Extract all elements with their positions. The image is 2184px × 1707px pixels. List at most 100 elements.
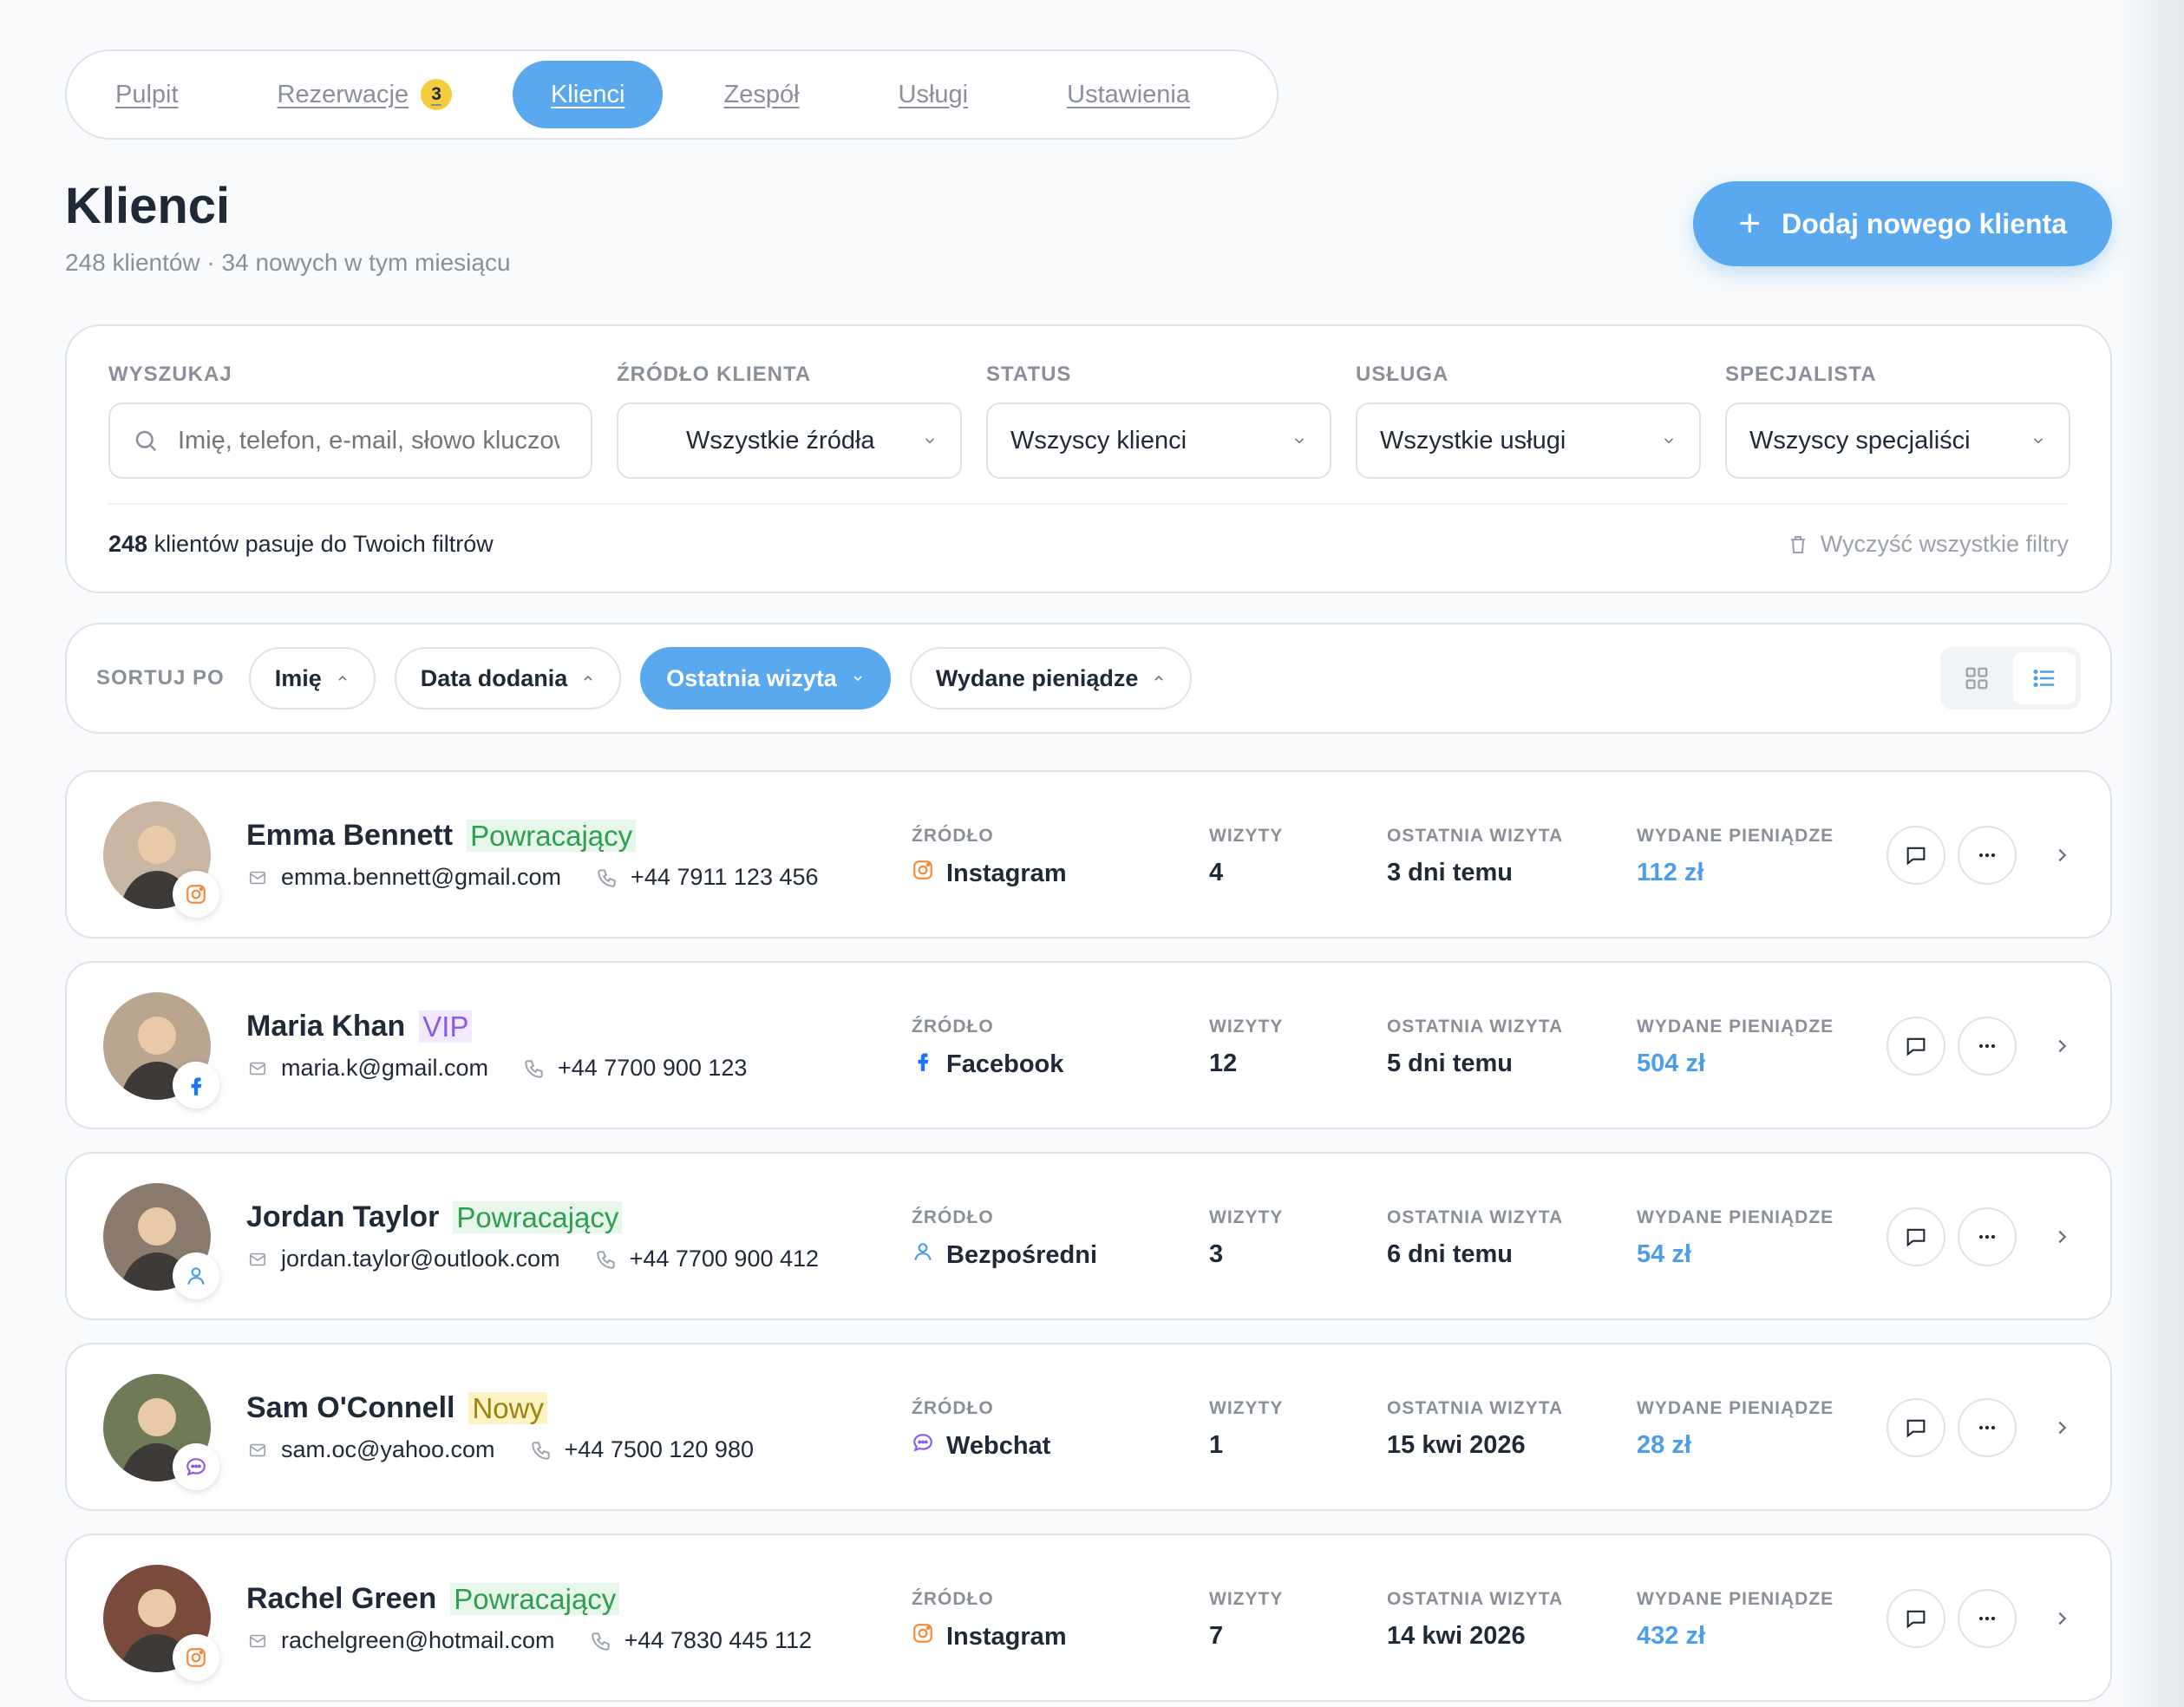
message-icon	[1906, 1419, 1926, 1438]
client-money-spent: 504 zł	[1637, 1050, 1705, 1077]
nav-tab-label: Klienci	[551, 80, 625, 108]
source-column-label: ŹRÓDŁO	[912, 1207, 994, 1227]
message-button[interactable]	[1886, 1207, 1945, 1266]
open-client-button[interactable]	[2051, 845, 2072, 866]
message-button[interactable]	[1886, 1017, 1945, 1076]
spent-column-label: WYDANE PIENIĄDZE	[1637, 1398, 1834, 1418]
client-last-visit: 3 dni temu	[1387, 859, 1514, 886]
sort-bar: SORTUJ PO Imię Data dodania Ostatnia wiz…	[65, 623, 2112, 734]
search-label: WYSZUKAJ	[108, 363, 232, 386]
sort-option-label: Imię	[274, 664, 322, 691]
chevron-down-icon	[2033, 438, 2043, 444]
last-visit-column-label: OSTATNIA WIZYTA	[1387, 1589, 1564, 1609]
source-badge	[173, 871, 219, 918]
client-card[interactable]: Jordan Taylor Powracający jordan.taylor@…	[65, 1152, 2112, 1320]
visits-column-label: WIZYTY	[1209, 1398, 1284, 1418]
client-card[interactable]: Sam O'Connell Nowy sam.oc@yahoo.com +44 …	[65, 1343, 2112, 1511]
mail-icon	[249, 871, 266, 884]
top-nav: Pulpit Rezerwacje 3 Klienci Zespół Usługi…	[65, 49, 1278, 140]
source-badge	[173, 1634, 219, 1681]
sort-option-label: Data dodania	[420, 664, 568, 691]
mail-icon	[249, 1062, 266, 1075]
open-client-button[interactable]	[2051, 1608, 2072, 1629]
nav-tab-zespol[interactable]: Zespół	[685, 61, 837, 128]
service-select-value: Wszystkie usługi	[1380, 426, 1566, 455]
nav-tab-rezerwacje[interactable]: Rezerwacje 3	[239, 61, 491, 128]
client-money-spent: 54 zł	[1637, 1240, 1691, 1268]
sort-by-date-added[interactable]: Data dodania	[394, 647, 622, 710]
clear-filters-label: Wyczyść wszystkie filtry	[1820, 531, 2069, 557]
status-filter-label: STATUS	[986, 363, 1072, 386]
grid-view-button[interactable]	[1945, 652, 2008, 704]
client-card[interactable]: Emma Bennett Powracający emma.bennett@gm…	[65, 770, 2112, 939]
open-client-button[interactable]	[2051, 1417, 2072, 1438]
nav-tab-klienci[interactable]: Klienci	[513, 61, 664, 128]
client-last-visit: 6 dni temu	[1387, 1240, 1514, 1268]
source-badge	[173, 1443, 219, 1490]
nav-tab-uslugi[interactable]: Usługi	[860, 61, 1007, 128]
list-view-button[interactable]	[2013, 652, 2076, 704]
source-column-label: ŹRÓDŁO	[912, 826, 994, 846]
source-select[interactable]: Wszystkie źródła	[617, 402, 962, 479]
service-select[interactable]: Wszystkie usługi	[1356, 402, 1701, 479]
client-last-visit: 14 kwi 2026	[1387, 1622, 1526, 1650]
client-phone: +44 7830 445 112	[624, 1627, 813, 1653]
notification-badge: 3	[421, 79, 453, 110]
client-phone: +44 7911 123 456	[631, 864, 819, 890]
sort-by-last-visit[interactable]: Ostatnia wizyta	[640, 647, 891, 710]
more-options-button[interactable]	[1958, 826, 2017, 885]
more-options-button[interactable]	[1958, 1207, 2017, 1266]
more-options-button[interactable]	[1958, 1398, 2017, 1457]
client-status-tag: Powracający	[467, 819, 637, 853]
client-email: jordan.taylor@outlook.com	[281, 1246, 560, 1272]
avatar-wrap	[103, 1183, 219, 1299]
client-visits: 4	[1209, 859, 1224, 886]
spent-column-label: WYDANE PIENIĄDZE	[1637, 1589, 1834, 1609]
page-header: Klienci 248 klientów · 34 nowych w tym m…	[65, 181, 2112, 290]
specialist-filter-label: SPECJALISTA	[1725, 363, 1877, 386]
client-phone: +44 7500 120 980	[564, 1436, 754, 1462]
avatar-wrap	[103, 801, 219, 918]
message-button[interactable]	[1886, 1398, 1945, 1457]
spent-column-label: WYDANE PIENIĄDZE	[1637, 1017, 1834, 1037]
last-visit-column-label: OSTATNIA WIZYTA	[1387, 826, 1564, 846]
more-options-button[interactable]	[1958, 1017, 2017, 1076]
view-toggle	[1940, 647, 2081, 710]
client-card[interactable]: Maria Khan VIP maria.k@gmail.com +44 770…	[65, 961, 2112, 1129]
more-options-button[interactable]	[1958, 1589, 2017, 1648]
message-button[interactable]	[1886, 1589, 1945, 1648]
open-client-button[interactable]	[2051, 1226, 2072, 1247]
nav-tab-ustawienia[interactable]: Ustawienia	[1029, 61, 1228, 128]
last-visit-column-label: OSTATNIA WIZYTA	[1387, 1017, 1564, 1037]
specialist-select[interactable]: Wszyscy specjaliści	[1725, 402, 2070, 479]
client-phone: +44 7700 900 412	[629, 1246, 820, 1272]
chevron-down-icon	[925, 438, 935, 444]
search-input[interactable]	[178, 426, 559, 455]
more-horizontal-icon	[1978, 1043, 1996, 1049]
sort-by-name[interactable]: Imię	[248, 647, 376, 710]
client-card[interactable]: Rachel Green Powracający rachelgreen@hot…	[65, 1534, 2112, 1702]
chevron-right-icon	[2058, 1230, 2067, 1244]
sort-by-money-spent[interactable]: Wydane pieniądze	[909, 647, 1193, 710]
phone-icon	[525, 1059, 543, 1078]
add-client-button[interactable]: + Dodaj nowego klienta	[1693, 181, 2112, 266]
mail-icon	[249, 1634, 266, 1647]
clear-filters-button[interactable]: Wyczyść wszystkie filtry	[1788, 531, 2069, 558]
trash-icon	[1790, 535, 1805, 553]
nav-tab-label: Usługi	[898, 80, 969, 108]
client-source: Webchat	[946, 1431, 1051, 1460]
status-select-value: Wszyscy klienci	[1010, 426, 1187, 455]
message-button[interactable]	[1886, 826, 1945, 885]
client-money-spent: 432 zł	[1637, 1622, 1705, 1650]
chat-icon	[912, 1431, 934, 1461]
client-money-spent: 28 zł	[1637, 1431, 1691, 1459]
last-visit-column-label: OSTATNIA WIZYTA	[1387, 1207, 1564, 1227]
client-visits: 3	[1209, 1240, 1224, 1268]
avatar-wrap	[103, 1374, 219, 1490]
client-source: Bezpośredni	[946, 1240, 1098, 1269]
nav-tab-pulpit[interactable]: Pulpit	[115, 61, 217, 128]
source-select-value: Wszystkie źródła	[686, 426, 875, 455]
open-client-button[interactable]	[2051, 1036, 2072, 1056]
source-column-label: ŹRÓDŁO	[912, 1398, 994, 1418]
status-select[interactable]: Wszyscy klienci	[986, 402, 1331, 479]
